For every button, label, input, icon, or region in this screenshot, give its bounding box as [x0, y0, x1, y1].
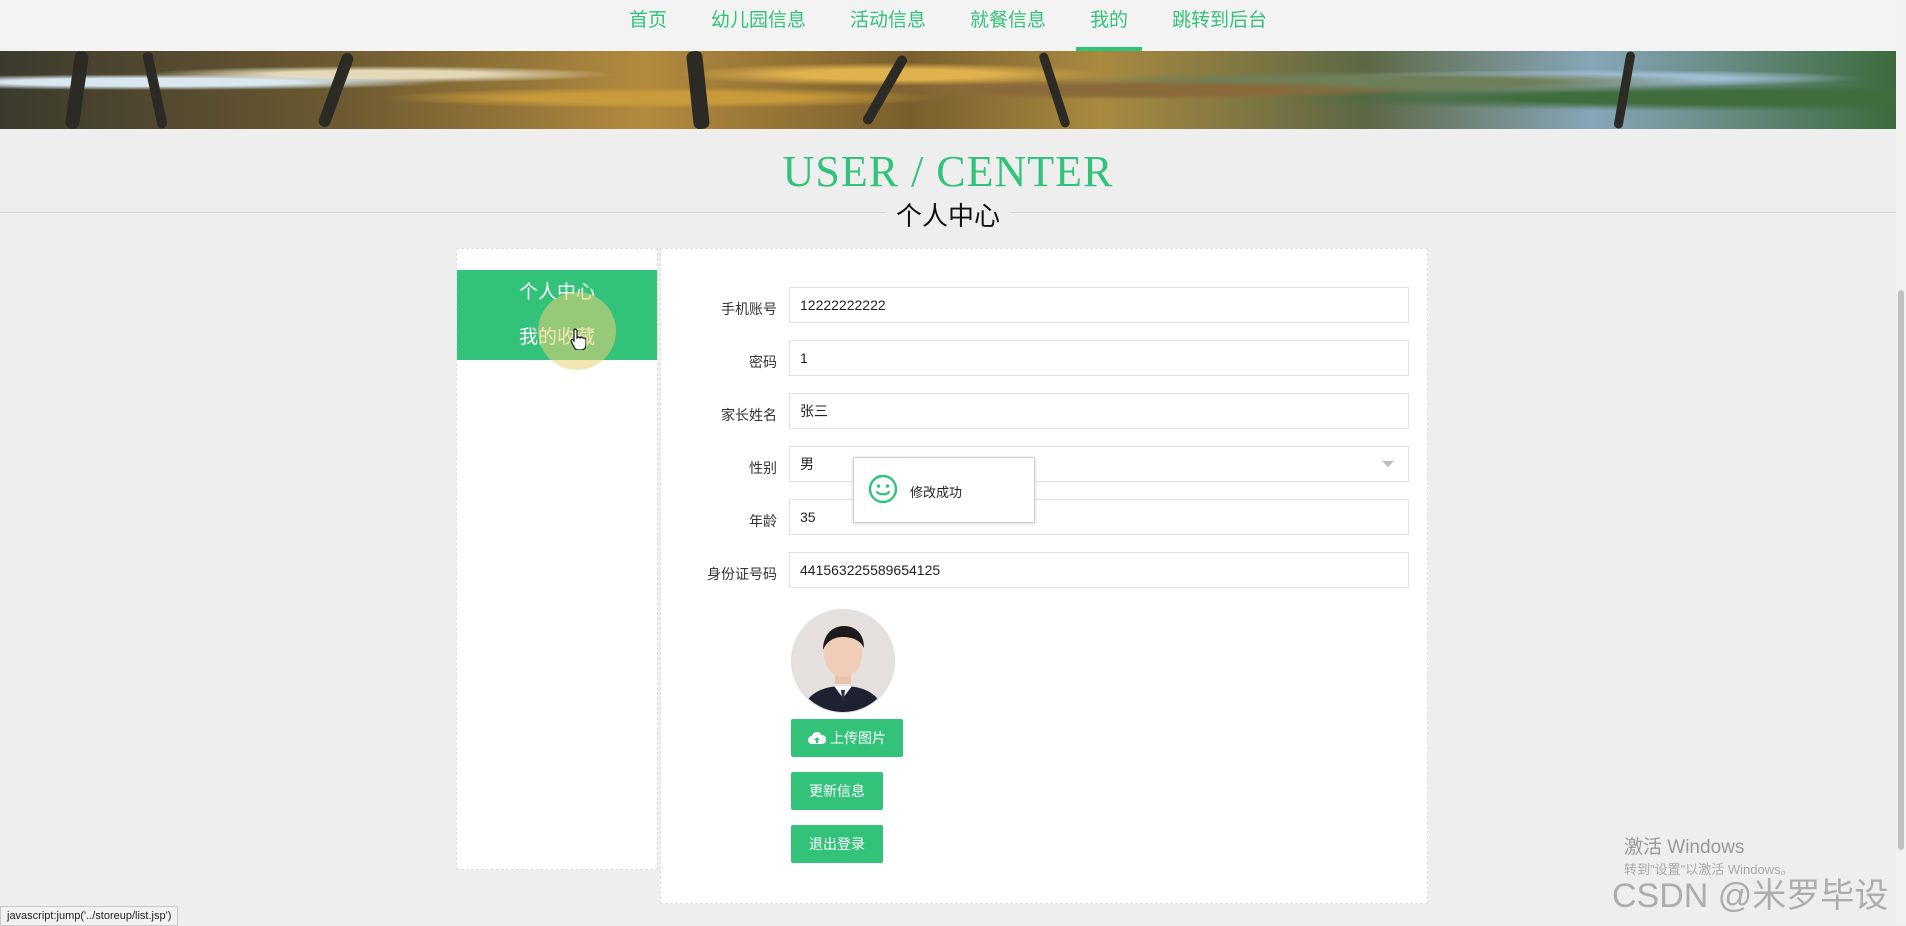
page-title-cn: 个人中心	[885, 201, 1010, 231]
gender-select-value: 男	[800, 456, 814, 472]
form-row-id-number: 身份证号码 441563225589654125	[661, 552, 1427, 592]
csdn-watermark: CSDN @米罗毕设	[1612, 877, 1889, 915]
browser-status-bar: javascript:jump('../storeup/list.jsp')	[0, 906, 179, 926]
scrollbar-thumb[interactable]	[1898, 290, 1904, 850]
update-info-button[interactable]: 更新信息	[791, 772, 883, 810]
chevron-down-icon	[1382, 461, 1394, 467]
page-title-en: USER / CENTER	[782, 147, 1114, 196]
form-row-phone: 手机账号 12222222222	[661, 287, 1427, 327]
password-input[interactable]: 1	[789, 340, 1409, 376]
phone-input[interactable]: 12222222222	[789, 287, 1409, 323]
upload-image-label: 上传图片	[830, 730, 886, 746]
toast-message: 修改成功	[910, 485, 963, 500]
profile-panel: 手机账号 12222222222 密码 1 家长姓名 张三 性别 男 年龄 35…	[660, 248, 1428, 904]
phone-label: 手机账号	[721, 301, 777, 317]
top-nav: 首页 幼儿园信息 活动信息 就餐信息 我的 跳转到后台	[0, 0, 1896, 51]
id-number-input[interactable]: 441563225589654125	[789, 552, 1409, 588]
hand-cursor-icon	[570, 328, 587, 356]
logout-button[interactable]: 退出登录	[791, 825, 883, 863]
id-number-label: 身份证号码	[707, 566, 777, 582]
form-row-gender: 性别 男	[661, 446, 1427, 486]
nav-item-admin[interactable]: 跳转到后台	[1170, 0, 1269, 51]
page-title-cn-wrap: 个人中心	[0, 196, 1896, 233]
banner-image	[0, 50, 1896, 130]
form-row-age: 年龄 35	[661, 499, 1427, 539]
nav-item-activity-info[interactable]: 活动信息	[848, 0, 928, 51]
upload-image-button[interactable]: 上传图片	[791, 719, 903, 757]
windows-activation-title: 激活 Windows	[1624, 837, 1745, 858]
cloud-upload-icon	[808, 721, 827, 759]
page-scrollbar[interactable]	[1896, 0, 1906, 924]
avatar	[791, 609, 895, 713]
password-label: 密码	[749, 354, 777, 370]
nav-item-dining-info[interactable]: 就餐信息	[968, 0, 1048, 51]
form-row-parent-name: 家长姓名 张三	[661, 393, 1427, 433]
success-toast: 修改成功	[853, 457, 1035, 523]
nav-item-home[interactable]: 首页	[627, 0, 669, 51]
smile-icon	[868, 474, 898, 509]
parent-name-input[interactable]: 张三	[789, 393, 1409, 429]
parent-name-label: 家长姓名	[721, 407, 777, 423]
nav-item-mine[interactable]: 我的	[1076, 0, 1143, 51]
age-label: 年龄	[749, 513, 777, 529]
form-row-password: 密码 1	[661, 340, 1427, 380]
nav-item-kindergarten-info[interactable]: 幼儿园信息	[709, 0, 808, 51]
gender-label: 性别	[749, 460, 777, 476]
